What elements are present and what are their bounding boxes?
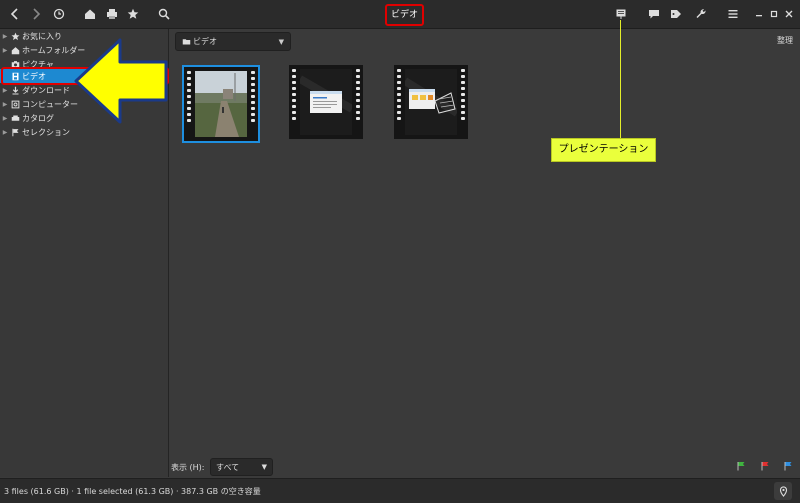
close-icon (785, 10, 793, 18)
sidebar-item-selection[interactable]: ▶ セレクション (0, 125, 168, 139)
tools-button[interactable] (692, 5, 710, 23)
folder-icon (181, 37, 191, 47)
film-strip-left (291, 67, 297, 137)
menu-button[interactable] (724, 5, 742, 23)
print-button[interactable] (103, 5, 121, 23)
clock-icon (53, 8, 65, 20)
download-icon (10, 85, 20, 95)
chevron-down-icon: ▼ (278, 37, 284, 46)
presentation-button[interactable] (612, 5, 630, 23)
forward-button[interactable] (27, 5, 45, 23)
search-icon (158, 8, 170, 20)
expand-arrow-icon[interactable]: ▶ (0, 47, 10, 54)
film-strip-right (460, 67, 466, 137)
video-thumbnail-2[interactable] (289, 65, 363, 139)
expand-arrow-icon[interactable]: ▶ (0, 129, 10, 136)
film-strip-right (355, 67, 361, 137)
close-button[interactable] (780, 5, 798, 23)
favorite-button[interactable] (124, 5, 142, 23)
speech-bubble-icon (649, 10, 659, 19)
expand-arrow-icon[interactable]: ▶ (0, 33, 10, 40)
sidebar-item-label: コンピューター (22, 99, 78, 109)
wrench-icon (696, 9, 706, 18)
catalog-icon (10, 113, 20, 123)
film-strip-right (250, 69, 256, 139)
tag-button[interactable] (667, 5, 685, 23)
tag-icon (671, 10, 681, 18)
location-value: ビデオ (193, 37, 217, 46)
annotation-callout-presentation: プレゼンテーション (551, 138, 656, 162)
filter-value: すべて (216, 462, 240, 472)
chevron-right-icon (33, 8, 41, 20)
status-bar: 3 files (61.6 GB) · 1 file selected (61.… (0, 478, 800, 503)
star-icon (127, 8, 139, 19)
star-icon (10, 31, 20, 41)
location-dropdown[interactable]: ビデオ ▼ (175, 32, 291, 51)
sidebar-item-label: ダウンロード (22, 85, 70, 95)
comment-button[interactable] (645, 5, 663, 23)
video-thumbnail-3[interactable] (394, 65, 468, 139)
home-icon (85, 9, 95, 19)
video-preview-folder (405, 69, 457, 135)
back-button[interactable] (6, 5, 24, 23)
expand-arrow-icon[interactable]: ▶ (0, 101, 10, 108)
minimize-icon (756, 15, 762, 17)
hamburger-menu-icon (728, 10, 738, 18)
green-flag-icon[interactable] (736, 461, 746, 471)
film-strip-left (396, 67, 402, 137)
presentation-icon (616, 9, 626, 19)
location-toolbar: ビデオ ▼ 整理 (169, 29, 800, 53)
video-preview-road (195, 71, 247, 137)
map-pin-button[interactable] (774, 482, 792, 500)
chevron-down-icon: ▼ (261, 463, 267, 471)
header-bar: ビデオ (0, 0, 800, 29)
filter-dropdown[interactable]: すべて ▼ (210, 458, 273, 476)
location-pin-icon (779, 485, 787, 497)
annotation-leader-line (620, 20, 621, 140)
video-thumbnail-1[interactable] (182, 65, 260, 143)
annotation-arrow-icon (74, 38, 168, 124)
history-button[interactable] (50, 5, 68, 23)
blue-flag-icon[interactable] (783, 461, 793, 471)
flag-icon (10, 127, 20, 137)
computer-icon (10, 99, 20, 109)
home-button[interactable] (81, 5, 99, 23)
printer-icon (107, 9, 117, 19)
filter-bar: 表示 (H): すべて ▼ (169, 455, 800, 477)
window-title: ビデオ (385, 4, 425, 26)
red-flag-icon[interactable] (760, 461, 770, 471)
main-view: ビデオ ▼ 整理 (169, 29, 800, 477)
chevron-left-icon (10, 8, 18, 20)
search-button[interactable] (155, 5, 173, 23)
status-text: 3 files (61.6 GB) · 1 file selected (61.… (4, 487, 261, 496)
sidebar-item-label: カタログ (22, 113, 54, 123)
maximize-icon (770, 10, 778, 18)
expand-arrow-icon[interactable]: ▶ (0, 115, 10, 122)
home-icon (10, 45, 20, 55)
sidebar-item-label: お気に入り (22, 31, 62, 41)
organize-button[interactable]: 整理 (777, 35, 793, 46)
sidebar-item-label: セレクション (22, 127, 70, 137)
film-strip-left (186, 69, 192, 139)
video-preview-window (300, 69, 352, 135)
filter-label: 表示 (H): (171, 463, 205, 472)
expand-arrow-icon[interactable]: ▶ (0, 87, 10, 94)
